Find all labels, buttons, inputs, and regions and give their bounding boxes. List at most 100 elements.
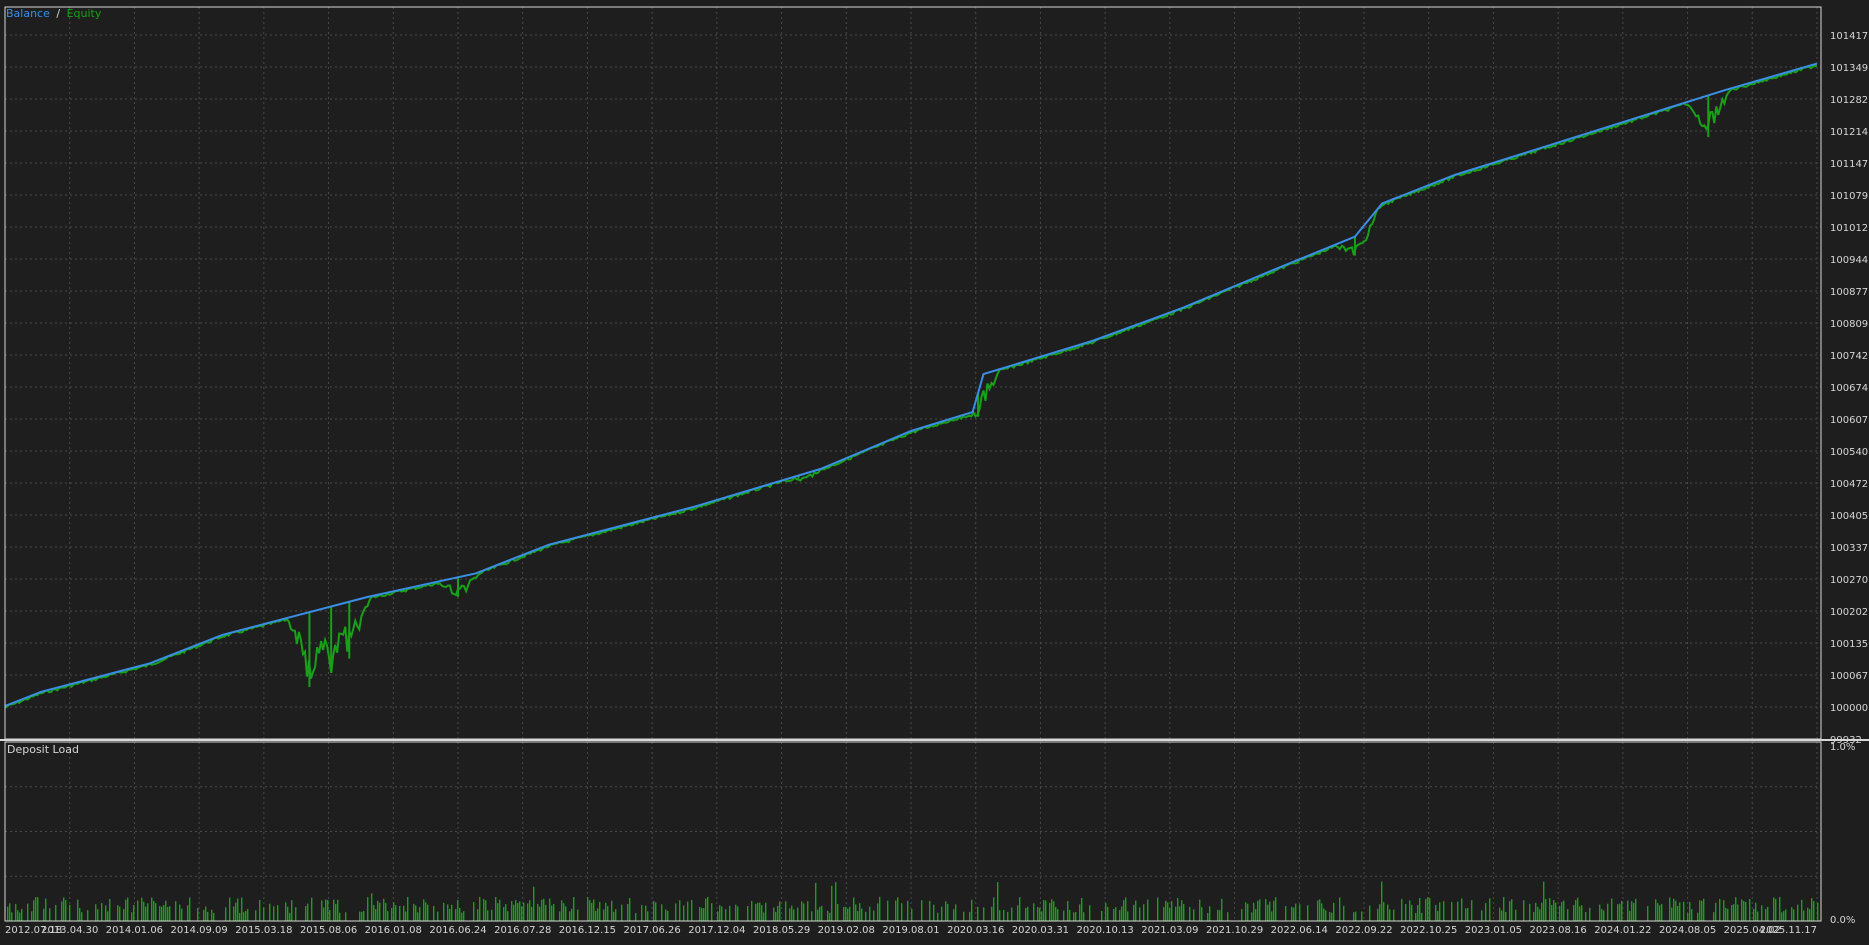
deposit-load-bar [1737,904,1739,921]
deposit-load-bar [1655,899,1657,921]
deposit-load-bar [531,906,533,921]
deposit-load-bar [1049,902,1051,921]
deposit-load-bar [1627,900,1629,921]
deposit-load-bar [1675,900,1677,921]
deposit-load-bar [1017,905,1019,921]
deposit-load-bar [107,911,109,921]
deposit-load-bar [153,900,155,921]
deposit-load-bar [591,902,593,921]
deposit-load-bar [729,905,731,921]
deposit-load-bar [597,908,599,921]
deposit-load-bar [1053,901,1055,921]
y-tick-label: 100607 [1830,415,1868,426]
deposit-load-bar [79,907,81,921]
deposit-load-bar [1793,909,1795,921]
deposit-load-bar [417,912,419,921]
deposit-load-bar [449,908,451,921]
deposit-load-bar [189,897,191,921]
deposit-load-bar [291,900,293,921]
deposit-load-bar [423,899,425,921]
y-tick-label: 1.0% [1830,742,1855,753]
deposit-load-bar [765,902,767,921]
y-tick-label: 101349 [1830,63,1868,74]
deposit-load-bar [907,900,909,921]
deposit-load-bar [1033,903,1035,921]
deposit-load-bar [873,910,875,921]
deposit-load-bar [929,901,931,921]
deposit-load-bar [1355,911,1357,921]
deposit-load-bar [1317,900,1319,921]
deposit-load-bar [801,901,803,921]
chart-root: 101417 101349 101282 101214 101147 101079 1010… [0,0,1869,941]
deposit-load-bar [991,906,993,921]
deposit-load-bar [335,904,337,921]
deposit-load-bar [599,901,601,921]
deposit-load-bar [1329,911,1331,921]
x-tick-label: 2025.11.17 [1760,925,1817,936]
deposit-load-bar [1745,901,1747,921]
deposit-load-bar [865,911,867,921]
deposit-load-bar [377,900,379,921]
deposit-load-bar [1121,906,1123,921]
deposit-load-bar [1163,907,1165,921]
deposit-load-bar [1323,908,1325,921]
deposit-load-bar [1353,912,1355,921]
deposit-load-bar [1415,912,1417,921]
deposit-load-bar [997,882,999,921]
deposit-load-bar [479,897,481,921]
deposit-load-bar [1331,912,1333,921]
deposit-load-bar [629,897,631,921]
deposit-load-bar [197,907,199,921]
deposit-load-bar [145,906,147,921]
deposit-load-bar [181,908,183,921]
deposit-load-bar [483,899,485,921]
deposit-load-bar [1661,904,1663,921]
deposit-load-bar [151,897,153,921]
deposit-load-bar [1465,908,1467,921]
x-tick-label: 2019.02.08 [818,925,875,936]
deposit-load-bar [1657,903,1659,921]
deposit-load-bar [1377,908,1379,921]
deposit-load-bar [1269,901,1271,921]
deposit-load-bar [1193,909,1195,921]
deposit-load-bar [755,903,757,921]
deposit-load-bar [1539,909,1541,921]
deposit-load-bar [1807,907,1809,921]
y-tick-label: 100202 [1830,607,1868,618]
deposit-load-bar [161,906,163,921]
deposit-load-bar [515,899,517,921]
deposit-load-bar [1743,901,1745,921]
deposit-load-bar [613,911,615,921]
deposit-load-bar [447,904,449,921]
deposit-load-bar [849,906,851,921]
deposit-load-bar [527,903,529,921]
deposit-load-bar [1561,902,1563,921]
deposit-load-bar [1209,906,1211,921]
deposit-load-bar [1723,900,1725,921]
deposit-load-bar [1427,897,1429,921]
deposit-load-bar [785,901,787,921]
deposit-load-bar [33,900,35,921]
deposit-load-bar [1811,898,1813,921]
deposit-load-bar [511,901,513,921]
deposit-load-title: Deposit Load [7,743,79,756]
deposit-load-bar [901,903,903,921]
deposit-load-bar [285,902,287,921]
deposit-load-bar [1073,912,1075,921]
deposit-load-bar [1247,903,1249,921]
x-tick-label: 2021.03.09 [1141,925,1198,936]
deposit-load-bar [1221,898,1223,921]
deposit-load-bar [1575,900,1577,921]
deposit-load-bar [1393,909,1395,921]
deposit-load-bar [497,903,499,921]
deposit-load-bar [31,911,33,921]
x-tick-label: 2016.12.15 [559,925,616,936]
deposit-load-bar [311,897,313,921]
deposit-load-bar [747,905,749,921]
deposit-load-bar [69,904,71,921]
deposit-load-bar [1421,912,1423,921]
deposit-load-bar [1189,906,1191,921]
deposit-load-bar [495,897,497,921]
deposit-load-bar [1481,910,1483,921]
deposit-load-bar [829,912,831,921]
